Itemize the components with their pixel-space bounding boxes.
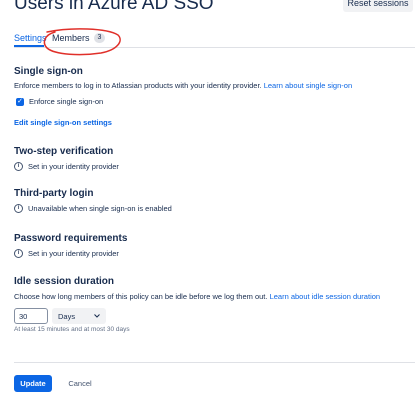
idle-duration-input[interactable]: [14, 308, 48, 324]
password-heading: Password requirements: [14, 233, 128, 244]
learn-sso-link[interactable]: Learn about single sign-on: [264, 81, 352, 90]
enforce-sso-row[interactable]: ✓ Enforce single sign-on: [16, 97, 103, 106]
password-info: i Set in your identity provider: [14, 249, 119, 258]
sso-description: Enforce members to log in to Atlassian p…: [14, 81, 353, 90]
info-icon: i: [14, 249, 23, 258]
check-icon: ✓: [17, 97, 23, 105]
idle-description: Choose how long members of this policy c…: [14, 292, 381, 301]
two-step-info: i Set in your identity provider: [14, 162, 119, 171]
info-icon: i: [14, 204, 23, 213]
update-button[interactable]: Update: [14, 375, 52, 392]
password-info-text: Set in your identity provider: [28, 249, 119, 258]
enforce-sso-checkbox[interactable]: ✓: [16, 97, 24, 106]
two-step-heading: Two-step verification: [14, 146, 114, 157]
idle-unit-select[interactable]: Days: [52, 308, 106, 324]
sso-heading: Single sign-on: [14, 66, 83, 77]
edit-sso-settings-link[interactable]: Edit single sign-on settings: [14, 118, 112, 127]
page-title: Users in Azure AD SSO: [14, 0, 214, 14]
third-party-info: i Unavailable when single sign-on is ena…: [14, 204, 172, 213]
annotation-circle: [43, 28, 121, 56]
two-step-info-text: Set in your identity provider: [28, 162, 119, 171]
idle-hint: At least 15 minutes and at most 30 days: [14, 326, 130, 333]
idle-heading: Idle session duration: [14, 276, 115, 287]
chevron-down-icon: [94, 314, 100, 318]
footer-divider: [14, 362, 415, 363]
third-party-heading: Third-party login: [14, 188, 94, 199]
reset-sessions-button[interactable]: Reset sessions: [343, 0, 413, 12]
third-party-info-text: Unavailable when single sign-on is enabl…: [28, 204, 172, 213]
idle-unit-value: Days: [58, 311, 76, 321]
info-icon: i: [14, 162, 23, 171]
cancel-button[interactable]: Cancel: [60, 375, 100, 392]
enforce-sso-label: Enforce single sign-on: [29, 97, 104, 106]
learn-idle-link[interactable]: Learn about idle session duration: [270, 292, 381, 301]
